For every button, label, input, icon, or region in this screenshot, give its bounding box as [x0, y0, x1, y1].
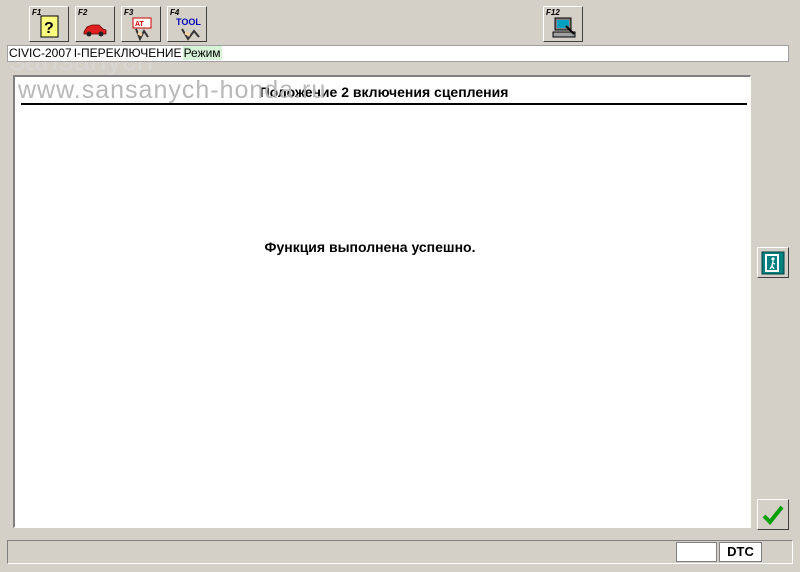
f2-key-label: F2: [78, 8, 88, 17]
ok-button[interactable]: [757, 499, 789, 530]
exit-button[interactable]: [757, 247, 789, 278]
breadcrumb-model: CIVIC-2007: [9, 46, 72, 60]
help-icon: ?: [40, 15, 59, 38]
tool-icon: TOOL: [176, 17, 201, 41]
breadcrumb-section: I-ПЕРЕКЛЮЧЕНИЕ: [73, 46, 182, 60]
f12-computer-button[interactable]: F12: [543, 6, 583, 42]
computer-icon: [552, 17, 576, 38]
f1-help-button[interactable]: F1 ?: [29, 6, 69, 42]
exit-door-icon: [761, 251, 785, 275]
car-icon: [83, 24, 107, 37]
toolbar: F1 ? F2 F3 AT F4 TOOL F12: [0, 0, 800, 44]
svg-text:AT: AT: [135, 21, 145, 28]
breadcrumb-mode: Режим: [182, 46, 222, 60]
main-panel: Положение 2 включения сцепления Функция …: [13, 75, 751, 528]
f2-vehicle-button[interactable]: F2: [75, 6, 115, 42]
dtc-button[interactable]: DTC: [719, 542, 762, 562]
breadcrumb: CIVIC-2007 I-ПЕРЕКЛЮЧЕНИЕ Режим: [7, 45, 789, 62]
tool-icon-text: TOOL: [176, 17, 201, 27]
f4-tool-button[interactable]: F4 TOOL: [167, 6, 207, 42]
result-message: Функция выполнена успешно.: [264, 239, 476, 255]
dtc-value-field: [676, 542, 717, 562]
page-title: Положение 2 включения сцепления: [21, 81, 747, 105]
checkmark-icon: [762, 505, 784, 525]
mode-icon: AT: [132, 17, 152, 41]
f3-mode-button[interactable]: F3 AT: [121, 6, 161, 42]
svg-text:?: ?: [44, 20, 54, 37]
